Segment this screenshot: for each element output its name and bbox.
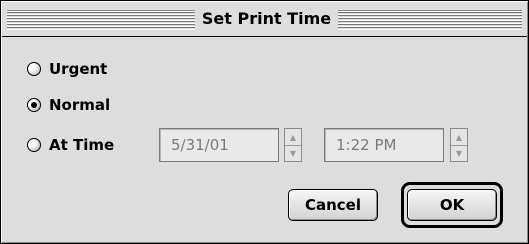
radio-urgent-icon[interactable] — [27, 62, 41, 76]
time-stepper-down-icon[interactable]: ▼ — [451, 145, 467, 161]
radio-urgent-label[interactable]: Urgent — [49, 60, 107, 78]
date-stepper-up-icon[interactable]: ▲ — [285, 129, 301, 146]
cancel-button[interactable]: Cancel — [288, 189, 378, 221]
title-bar-stripes-left — [7, 10, 195, 30]
date-stepper[interactable]: ▲ ▼ — [284, 128, 302, 162]
radio-urgent[interactable]: Urgent — [27, 58, 107, 80]
set-print-time-dialog: Set Print Time Urgent Normal At Time 5/3… — [0, 0, 529, 244]
title-bar[interactable]: Set Print Time — [1, 1, 528, 37]
dialog-title: Set Print Time — [201, 9, 332, 28]
time-field[interactable]: 1:22 PM — [324, 128, 444, 162]
radio-at-time-icon[interactable] — [27, 138, 41, 152]
radio-at-time[interactable]: At Time — [27, 134, 114, 156]
date-stepper-down-icon[interactable]: ▼ — [285, 145, 301, 161]
time-stepper[interactable]: ▲ ▼ — [450, 128, 468, 162]
date-field[interactable]: 5/31/01 — [159, 128, 279, 162]
ok-button[interactable]: OK — [407, 189, 497, 221]
title-bar-stripes-right — [338, 10, 522, 30]
radio-normal-icon[interactable] — [27, 98, 41, 112]
radio-at-time-label[interactable]: At Time — [49, 136, 114, 154]
radio-normal[interactable]: Normal — [27, 94, 110, 116]
radio-normal-label[interactable]: Normal — [49, 96, 110, 114]
time-stepper-up-icon[interactable]: ▲ — [451, 129, 467, 146]
